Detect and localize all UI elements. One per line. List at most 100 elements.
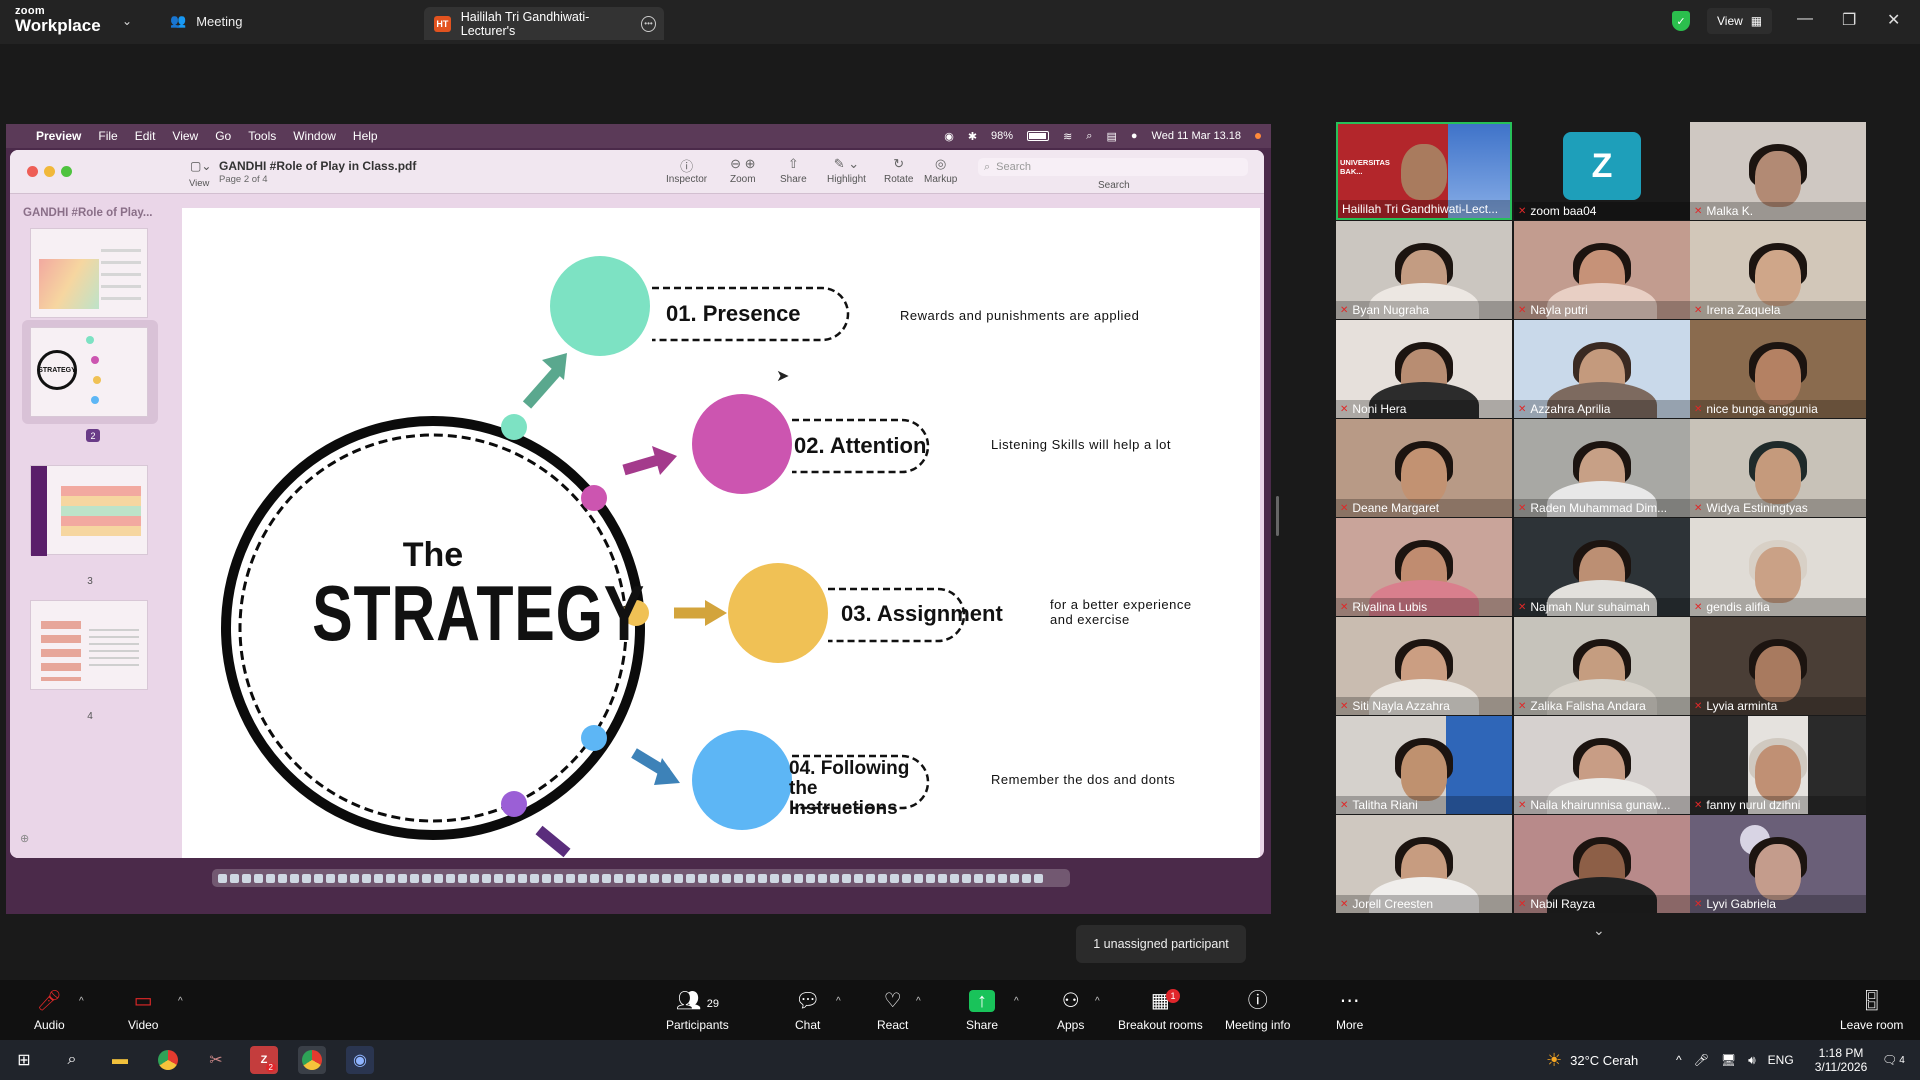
audio-button[interactable]: 🎤︎ Audio <box>34 990 65 1032</box>
clock[interactable]: 1:18 PM 3/11/2026 <box>1806 1040 1876 1080</box>
chat-options-caret[interactable]: ^ <box>836 996 841 1007</box>
participants-button[interactable]: 👥︎ 29 Participants <box>666 990 729 1032</box>
add-page-icon[interactable]: ⊕ <box>20 832 29 845</box>
close-icon[interactable]: ✕ <box>1887 10 1900 30</box>
participant-tile[interactable]: ✕ Naila khairunnisa gunaw... <box>1514 716 1690 814</box>
breakout-rooms-button[interactable]: ▦ Breakout rooms <box>1118 990 1203 1032</box>
participant-tile[interactable]: ✕ Lyvi Gabriela <box>1690 815 1866 913</box>
notification-count: 4 <box>1899 1054 1905 1066</box>
audio-options-caret[interactable]: ^ <box>79 996 84 1007</box>
participant-tile[interactable]: ✕ Jorell Creesten <box>1336 815 1512 913</box>
chrome-active-icon[interactable] <box>298 1046 326 1074</box>
share-label: Share <box>780 174 807 185</box>
participant-tile[interactable]: ✕ Najmah Nur suhaimah <box>1514 518 1690 616</box>
network-icon[interactable]: 🖥︎ <box>1721 1053 1736 1067</box>
participant-tile[interactable]: ✕ Raden Muhammad Dim... <box>1514 419 1690 517</box>
apps-options-caret[interactable]: ^ <box>1095 996 1100 1007</box>
participants-label: Participants <box>666 1018 729 1032</box>
chevron-down-icon[interactable]: ⌄ <box>122 14 132 28</box>
inspector-button[interactable]: ⓘ Inspector <box>666 156 707 185</box>
minimize-icon[interactable]: — <box>1797 10 1813 28</box>
chat-button[interactable]: 💬︎ Chat <box>795 990 820 1032</box>
weather-widget[interactable]: ☀ 32°C Cerah <box>1546 1040 1638 1080</box>
participant-tile[interactable]: ✕ nice bunga anggunia <box>1690 320 1866 418</box>
participant-tile[interactable]: ✕ Deane Margaret <box>1336 419 1512 517</box>
participant-tile[interactable]: ✕ Lyvia arminta <box>1690 617 1866 715</box>
share-button[interactable]: ↑ Share <box>966 990 998 1032</box>
page-thumbnail-4[interactable] <box>30 600 148 690</box>
zoom-button[interactable]: ⊖ ⊕ Zoom <box>730 156 756 185</box>
page-thumbnail-1[interactable] <box>30 228 148 318</box>
participant-tile[interactable]: ✕ Azzahra Aprilia <box>1514 320 1690 418</box>
chrome-icon[interactable] <box>154 1046 182 1074</box>
highlight-icon: ✎ ⌄ <box>833 156 860 171</box>
window-close-button[interactable] <box>27 166 38 177</box>
apps-button[interactable]: ⚇ Apps <box>1057 990 1084 1032</box>
highlight-button[interactable]: ✎ ⌄ Highlight <box>827 156 866 185</box>
camera-app-icon[interactable]: ◉ <box>346 1046 374 1074</box>
react-button[interactable]: ♡ React <box>877 990 908 1032</box>
more-button[interactable]: ⋯ More <box>1336 990 1363 1032</box>
volume-icon[interactable]: 🔊︎ <box>1748 1053 1756 1068</box>
language-indicator[interactable]: ENG <box>1768 1053 1794 1067</box>
preview-window: ▢⌄ View GANDHI #Role of Play in Class.pd… <box>10 150 1264 858</box>
participant-name: Deane Margaret <box>1352 501 1440 515</box>
search-input[interactable]: ⌕ Search <box>978 158 1248 176</box>
window-minimize-button[interactable] <box>44 166 55 177</box>
participant-tile[interactable]: ✕ Talitha Riani <box>1336 716 1512 814</box>
chevron-up-icon[interactable]: ^ <box>1676 1053 1682 1067</box>
participant-tile[interactable]: ✕ Malka K. <box>1690 122 1866 220</box>
participant-tile[interactable]: ✕ Noni Hera <box>1336 320 1512 418</box>
windows-start-icon[interactable]: ⊞ <box>10 1046 38 1074</box>
splitter-handle[interactable] <box>1276 496 1279 536</box>
meeting-info-button[interactable]: ⓘ Meeting info <box>1225 990 1290 1032</box>
shared-content-tab[interactable]: HT Haililah Tri Gandhiwati-Lecturer's ••… <box>424 7 664 40</box>
page-number-4: 4 <box>87 711 93 722</box>
participant-tile[interactable]: ✕ Siti Nayla Azzahra <box>1336 617 1512 715</box>
participant-tile[interactable]: ✕ Nayla putri <box>1514 221 1690 319</box>
participant-tile[interactable]: ✕ Nabil Rayza <box>1514 815 1690 913</box>
encryption-shield-icon[interactable]: ✓ <box>1672 11 1690 31</box>
sidebar-toggle-icon[interactable]: ▢⌄ <box>190 159 211 173</box>
search-icon[interactable]: ⌕ <box>58 1046 86 1074</box>
participant-tile[interactable]: ✕ fanny nurul dzihni <box>1690 716 1866 814</box>
react-icon: ♡ <box>883 990 902 1012</box>
unassigned-participant-toast[interactable]: 1 unassigned participant <box>1076 925 1246 963</box>
restore-icon[interactable]: ❐ <box>1842 10 1856 30</box>
microphone-icon[interactable]: 🎤︎ <box>1694 1053 1709 1067</box>
participant-name-tag: ✕ Noni Hera <box>1336 400 1512 418</box>
participant-tile-active-speaker[interactable]: UNIVERSITAS BAK... Haililah Tri Gandhiwa… <box>1336 122 1512 220</box>
view-button[interactable]: View ▦ <box>1707 8 1773 34</box>
page-thumbnail-3[interactable] <box>30 465 148 556</box>
more-options-icon[interactable]: ••• <box>640 15 656 32</box>
zoom-taskbar-icon[interactable]: Z2 <box>250 1046 278 1074</box>
window-zoom-button[interactable] <box>61 166 72 177</box>
snipping-tool-icon[interactable]: ✂ <box>202 1046 230 1074</box>
participant-tile[interactable]: Z ✕ zoom baa04 <box>1514 122 1690 220</box>
participant-tile[interactable]: ✕ Byan Nugraha <box>1336 221 1512 319</box>
bubble-instructions <box>692 730 792 830</box>
rotate-label: Rotate <box>884 174 914 185</box>
participant-tile[interactable]: ✕ Rivalina Lubis <box>1336 518 1512 616</box>
page-thumbnail-2[interactable]: STRATEGY <box>30 327 148 417</box>
participant-tile[interactable]: ✕ gendis alifia <box>1690 518 1866 616</box>
battery-percent: 98% <box>991 130 1014 142</box>
react-options-caret[interactable]: ^ <box>916 996 921 1007</box>
meeting-tab[interactable]: 👥 Meeting <box>170 13 242 29</box>
video-face <box>1755 547 1801 604</box>
video-button[interactable]: ▭ Video <box>128 990 158 1032</box>
participant-tile[interactable]: ✕ Irena Zaquela <box>1690 221 1866 319</box>
share-options-caret[interactable]: ^ <box>1014 996 1019 1007</box>
share-toolbar-button[interactable]: ⇧ Share <box>780 156 807 185</box>
participant-name: fanny nurul dzihni <box>1706 798 1801 812</box>
leave-room-button[interactable]: 🚪︎ Leave room <box>1840 990 1903 1032</box>
participant-tile[interactable]: ✕ Zalika Falisha Andara <box>1514 617 1690 715</box>
participant-name-tag: ✕ Naila khairunnisa gunaw... <box>1514 796 1690 814</box>
notification-center[interactable]: 🗨︎ 4 <box>1882 1040 1905 1080</box>
file-explorer-icon[interactable]: ▬ <box>106 1046 134 1074</box>
participant-tile[interactable]: ✕ Widya Estiningtyas <box>1690 419 1866 517</box>
markup-button[interactable]: ◎ Markup <box>924 156 957 185</box>
video-options-caret[interactable]: ^ <box>178 996 183 1007</box>
rotate-button[interactable]: ↻ Rotate <box>884 156 913 185</box>
chevron-down-icon[interactable]: ⌄ <box>1593 922 1605 939</box>
